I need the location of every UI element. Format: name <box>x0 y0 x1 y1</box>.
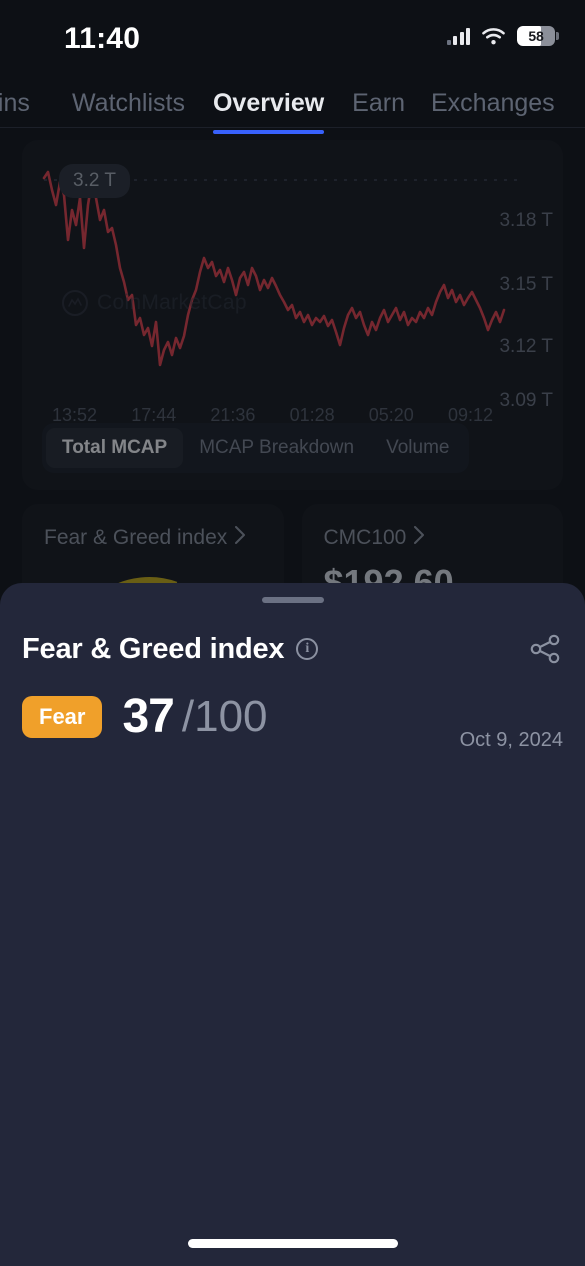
sheet-header: Fear & Greed index i Fear 37 /100 Oct 9,… <box>22 631 563 751</box>
score-value: 37 <box>122 690 174 743</box>
battery-icon: 58 <box>517 26 559 46</box>
tab-overview[interactable]: Overview <box>212 89 325 134</box>
bottom-sheet-surface: Fear & Greed index i Fear 37 /100 Oct 9,… <box>0 583 585 1266</box>
status-bar-icons: 58 <box>446 26 559 46</box>
share-icon[interactable] <box>527 631 563 667</box>
score-row: Fear 37 /100 Oct 9, 2024 <box>22 689 563 751</box>
fear-greed-bottom-sheet: Fear & Greed index i Fear 37 /100 Oct 9,… <box>0 583 585 1266</box>
tab-coins[interactable]: oins <box>0 89 64 118</box>
score-max: /100 <box>181 691 268 741</box>
tab-earn[interactable]: Earn <box>352 89 405 118</box>
sheet-drag-handle[interactable] <box>261 597 324 603</box>
status-badge: Fear <box>22 695 103 738</box>
info-circle-icon[interactable]: i <box>296 638 319 660</box>
nav-divider <box>0 127 585 128</box>
sheet-title-row: Fear & Greed index i <box>22 631 563 667</box>
page-title: Fear & Greed index <box>22 632 285 665</box>
top-nav-tabs[interactable]: oins Watchlists Overview Earn Exchanges <box>0 78 585 134</box>
as-of-date: Oct 9, 2024 <box>459 729 563 751</box>
status-bar-time: 11:40 <box>64 22 141 55</box>
cellular-signal-icon <box>446 27 470 45</box>
battery-percent-label: 58 <box>528 28 544 44</box>
wifi-icon <box>482 27 505 45</box>
tab-watchlists[interactable]: Watchlists <box>72 89 185 118</box>
status-bar: 11:40 58 <box>0 0 585 72</box>
tab-exchanges[interactable]: Exchanges <box>431 89 555 118</box>
home-indicator <box>187 1239 398 1248</box>
phone-screen: 3.2 T 3.18 T 3.15 T 3.12 T 3.09 T CoinMa… <box>0 0 585 1266</box>
